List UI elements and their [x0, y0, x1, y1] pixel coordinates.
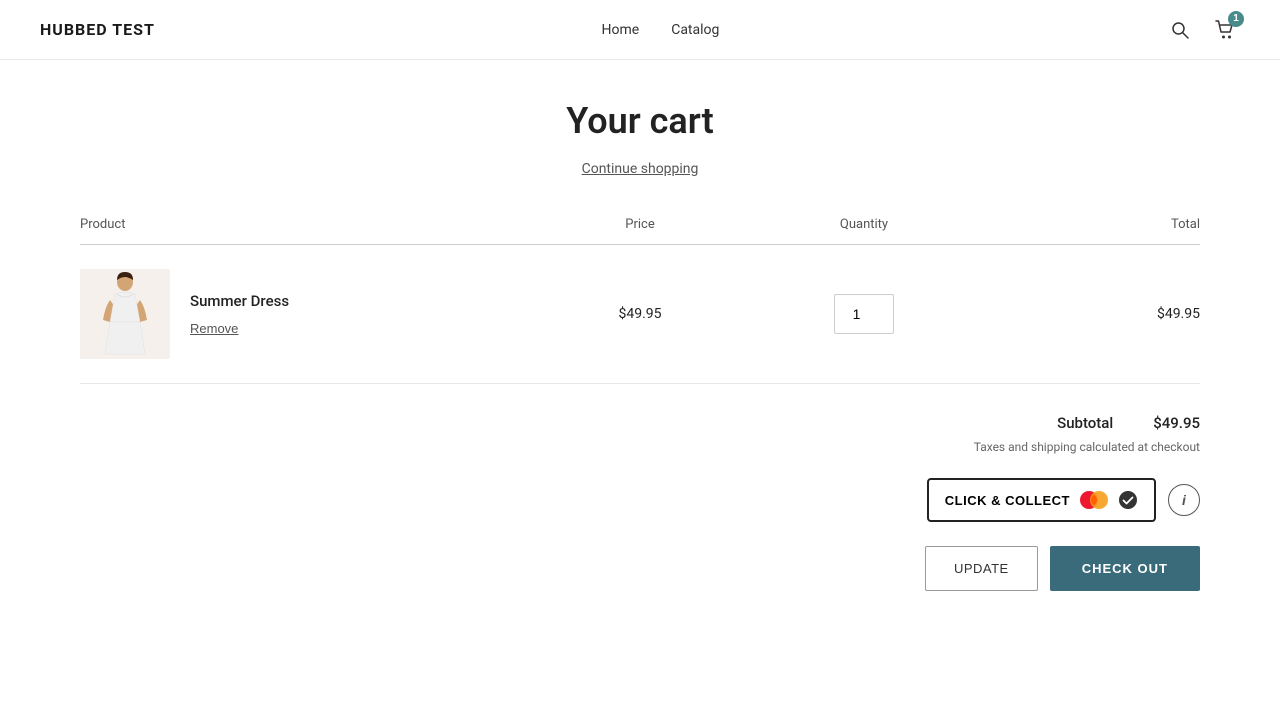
check-circle-icon: [1118, 490, 1138, 510]
main-nav: Home Catalog: [602, 22, 720, 38]
nav-catalog[interactable]: Catalog: [671, 22, 719, 38]
update-button[interactable]: UPDATE: [925, 546, 1038, 591]
search-button[interactable]: [1166, 16, 1194, 44]
quantity-input[interactable]: [834, 294, 894, 334]
price-cell: $49.95: [528, 306, 752, 322]
product-cell: Summer Dress Remove: [80, 269, 528, 359]
site-header: HUBBED TEST Home Catalog 1: [0, 0, 1280, 60]
checkout-button[interactable]: CHECK OUT: [1050, 546, 1200, 591]
continue-shopping-link[interactable]: Continue shopping: [582, 161, 699, 177]
search-icon: [1170, 20, 1190, 40]
click-collect-label: CLICK & COLLECT: [945, 493, 1070, 508]
info-button[interactable]: i: [1168, 484, 1200, 516]
header-icons: 1: [1166, 15, 1240, 45]
product-image: [80, 269, 170, 359]
subtotal-label: Subtotal: [1057, 414, 1113, 432]
mastercard-icon: [1078, 490, 1110, 510]
quantity-cell: [752, 294, 976, 334]
action-row: CLICK & COLLECT i: [927, 478, 1200, 522]
product-info: Summer Dress Remove: [190, 292, 289, 337]
header-total: Total: [976, 217, 1200, 232]
product-name: Summer Dress: [190, 292, 289, 310]
remove-button[interactable]: Remove: [190, 321, 238, 336]
nav-home[interactable]: Home: [602, 22, 640, 38]
subtotal-amount: $49.95: [1153, 414, 1200, 432]
cart-count-badge: 1: [1228, 11, 1244, 27]
cart-button[interactable]: 1: [1210, 15, 1240, 45]
subtotal-row: Subtotal $49.95: [1057, 414, 1200, 432]
summary-section: Subtotal $49.95 Taxes and shipping calcu…: [80, 414, 1200, 591]
tax-note: Taxes and shipping calculated at checkou…: [974, 440, 1200, 454]
header-price: Price: [528, 217, 752, 232]
page-title: Your cart: [80, 100, 1200, 142]
cart-table-header: Product Price Quantity Total: [80, 217, 1200, 245]
main-content: Your cart Continue shopping Product Pric…: [0, 60, 1280, 631]
cart-table: Product Price Quantity Total: [80, 217, 1200, 384]
header-product: Product: [80, 217, 528, 232]
dress-illustration: [90, 272, 160, 357]
header-quantity: Quantity: [752, 217, 976, 232]
buttons-row: UPDATE CHECK OUT: [925, 546, 1200, 591]
site-logo: HUBBED TEST: [40, 20, 155, 39]
table-row: Summer Dress Remove $49.95 $49.95: [80, 245, 1200, 384]
info-icon: i: [1182, 492, 1186, 508]
continue-shopping-section: Continue shopping: [80, 158, 1200, 177]
click-collect-button[interactable]: CLICK & COLLECT: [927, 478, 1156, 522]
total-cell: $49.95: [976, 306, 1200, 322]
